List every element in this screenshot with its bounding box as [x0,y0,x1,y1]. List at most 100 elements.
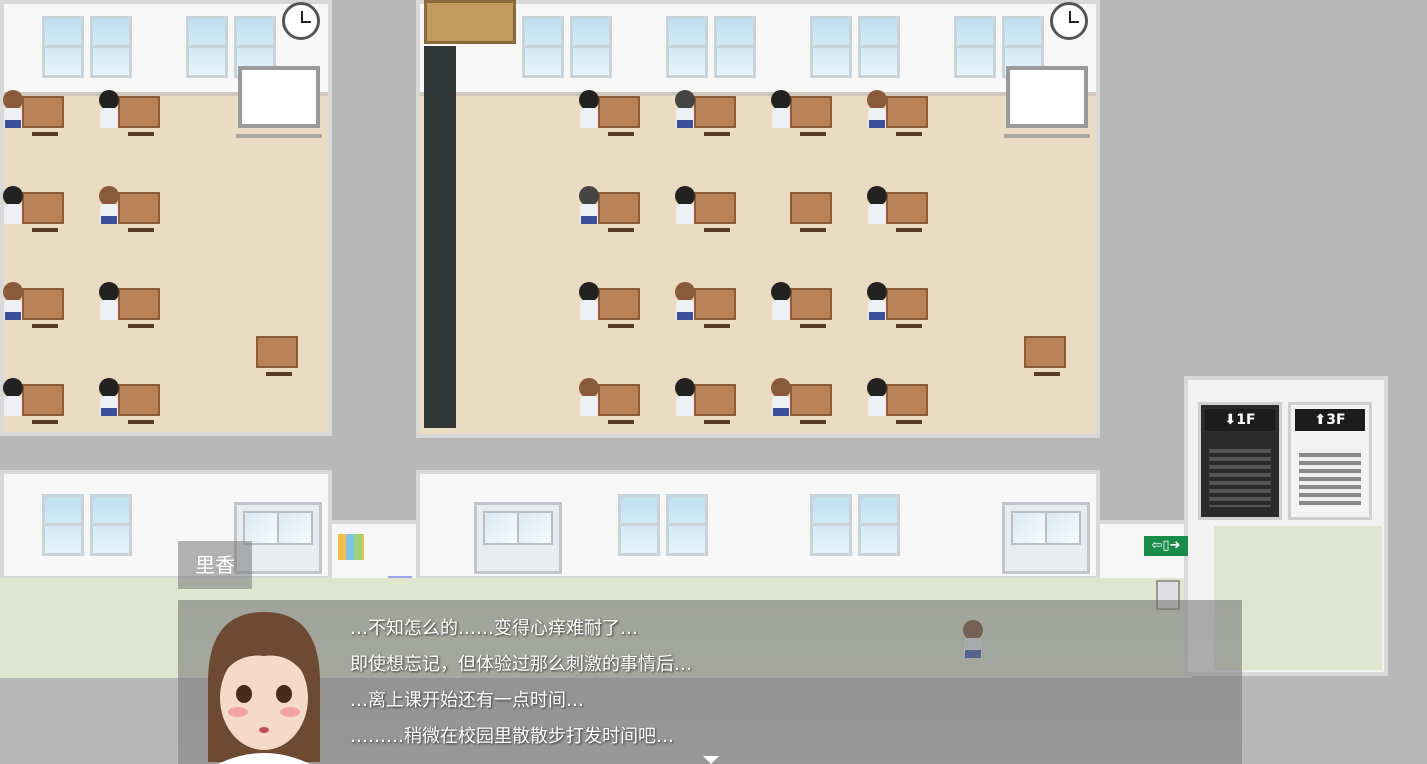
dialogue-line-1: …不知怎么的……变得心痒难耐了… [350,618,638,639]
uniform [676,396,694,416]
student-npc[interactable] [0,378,26,418]
hair [867,90,887,110]
student-npc[interactable] [672,186,698,226]
hair [675,378,695,398]
uniform [4,204,22,224]
student-npc[interactable] [768,282,794,322]
desk [886,96,928,136]
window [186,16,228,78]
speaker-name-box: 里香 [178,541,252,589]
desk [22,288,64,328]
student-npc[interactable] [768,90,794,130]
skirt [677,120,693,128]
character-portrait [208,612,320,764]
window [618,494,660,556]
hair [867,282,887,302]
desk [694,192,736,232]
student-npc[interactable] [576,186,602,226]
student-npc[interactable] [576,378,602,418]
hair [579,90,599,110]
desk [694,288,736,328]
student-npc[interactable] [864,186,890,226]
uniform [676,204,694,224]
stairs-down-sign: ⬇1F [1205,409,1275,431]
student-npc[interactable] [0,186,26,226]
hair [99,282,119,302]
desk [886,384,928,424]
skirt [869,120,885,128]
uniform [580,108,598,128]
skirt [677,312,693,320]
desk [598,288,640,328]
student-npc[interactable] [0,282,26,322]
student-npc[interactable] [96,282,122,322]
window [522,16,564,78]
classroom-door[interactable] [1002,502,1090,574]
hair [675,282,695,302]
bulletin-board[interactable] [424,0,516,44]
hair [771,378,791,398]
desk [886,192,928,232]
portrait-blush-left [228,707,248,717]
skirt [773,408,789,416]
window [42,494,84,556]
desk [598,384,640,424]
next-arrow-icon[interactable] [703,756,719,764]
window [810,16,852,78]
stairs-down-1f[interactable]: ⬇1F [1198,402,1282,520]
window [810,494,852,556]
hair [771,282,791,302]
student-npc[interactable] [672,282,698,322]
desk [118,384,160,424]
window [666,494,708,556]
student-npc[interactable] [96,378,122,418]
stair-steps [1299,449,1361,507]
student-npc[interactable] [864,90,890,130]
whiteboard[interactable] [236,66,322,138]
dialogue-line-2: 即使想忘记，但体验过那么刺激的事情后… [350,654,692,675]
stairs-up-3f[interactable]: ⬆3F [1288,402,1372,520]
portrait-eye-left [236,685,252,703]
classroom-door[interactable] [474,502,562,574]
window [90,16,132,78]
student-npc[interactable] [0,90,26,130]
desk [790,384,832,424]
uniform [868,204,886,224]
window [90,494,132,556]
teacher-desk [1024,336,1066,376]
window [714,16,756,78]
desk [22,192,64,232]
window [858,16,900,78]
hair [675,186,695,206]
hair [579,282,599,302]
student-npc[interactable] [672,90,698,130]
uniform [100,300,118,320]
hair [99,378,119,398]
hair [99,90,119,110]
portrait-blush-right [280,707,300,717]
student-npc[interactable] [96,90,122,130]
uniform [580,300,598,320]
student-npc[interactable] [864,378,890,418]
exit-sign: ⇦▯➜ [1144,536,1188,556]
student-npc[interactable] [576,282,602,322]
window [570,16,612,78]
hair [3,90,23,110]
student-npc[interactable] [768,378,794,418]
student-npc[interactable] [576,90,602,130]
hair [99,186,119,206]
hair [3,186,23,206]
dialogue-line-4: ………稍微在校园里散散步打发时间吧… [350,726,674,747]
whiteboard[interactable] [1004,66,1090,138]
skirt [101,408,117,416]
desk [118,96,160,136]
desk [598,192,640,232]
student-npc[interactable] [864,282,890,322]
message-window[interactable] [178,600,1242,764]
notice-poster[interactable] [338,534,364,560]
hair [867,378,887,398]
student-npc[interactable] [96,186,122,226]
student-npc[interactable] [672,378,698,418]
desk [790,192,832,232]
hair [675,90,695,110]
